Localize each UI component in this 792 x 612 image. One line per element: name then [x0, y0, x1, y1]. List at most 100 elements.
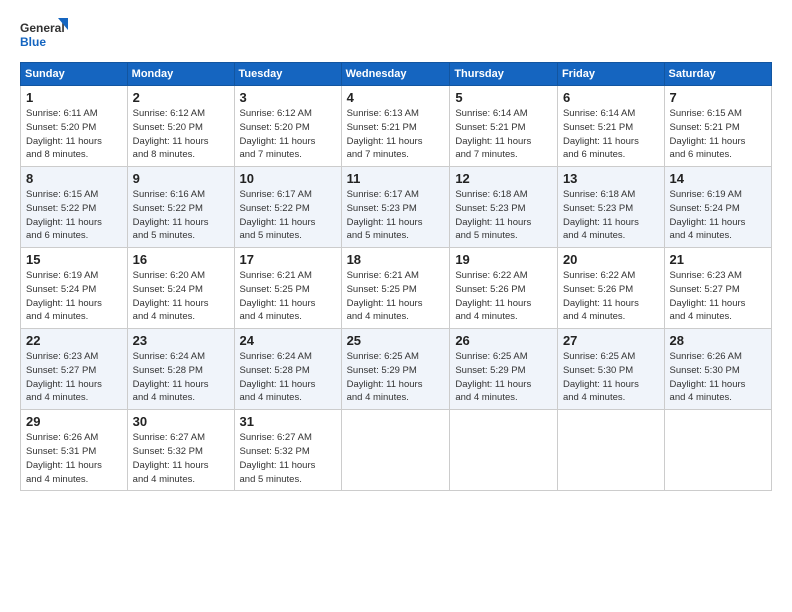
day-info: Sunrise: 6:14 AMSunset: 5:21 PMDaylight:…: [563, 107, 659, 162]
calendar-cell: 12 Sunrise: 6:18 AMSunset: 5:23 PMDaylig…: [450, 167, 558, 248]
day-number: 2: [133, 90, 229, 105]
day-number: 10: [240, 171, 336, 186]
day-number: 12: [455, 171, 552, 186]
day-info: Sunrise: 6:21 AMSunset: 5:25 PMDaylight:…: [347, 269, 445, 324]
day-number: 4: [347, 90, 445, 105]
svg-text:Blue: Blue: [20, 35, 46, 49]
calendar-week-4: 22 Sunrise: 6:23 AMSunset: 5:27 PMDaylig…: [21, 329, 772, 410]
svg-text:General: General: [20, 21, 65, 35]
calendar-cell: 2 Sunrise: 6:12 AMSunset: 5:20 PMDayligh…: [127, 86, 234, 167]
calendar-cell: 8 Sunrise: 6:15 AMSunset: 5:22 PMDayligh…: [21, 167, 128, 248]
day-info: Sunrise: 6:27 AMSunset: 5:32 PMDaylight:…: [240, 431, 336, 486]
day-number: 19: [455, 252, 552, 267]
day-info: Sunrise: 6:18 AMSunset: 5:23 PMDaylight:…: [563, 188, 659, 243]
calendar-cell: 25 Sunrise: 6:25 AMSunset: 5:29 PMDaylig…: [341, 329, 450, 410]
day-number: 29: [26, 414, 122, 429]
page: General Blue SundayMondayTuesdayWednesda…: [0, 0, 792, 612]
calendar-week-1: 1 Sunrise: 6:11 AMSunset: 5:20 PMDayligh…: [21, 86, 772, 167]
calendar-week-5: 29 Sunrise: 6:26 AMSunset: 5:31 PMDaylig…: [21, 410, 772, 491]
day-info: Sunrise: 6:25 AMSunset: 5:30 PMDaylight:…: [563, 350, 659, 405]
day-number: 22: [26, 333, 122, 348]
calendar-cell: 17 Sunrise: 6:21 AMSunset: 5:25 PMDaylig…: [234, 248, 341, 329]
day-number: 7: [670, 90, 766, 105]
day-number: 16: [133, 252, 229, 267]
calendar-header-tuesday: Tuesday: [234, 63, 341, 86]
day-number: 6: [563, 90, 659, 105]
day-number: 9: [133, 171, 229, 186]
day-info: Sunrise: 6:24 AMSunset: 5:28 PMDaylight:…: [133, 350, 229, 405]
day-info: Sunrise: 6:16 AMSunset: 5:22 PMDaylight:…: [133, 188, 229, 243]
day-number: 11: [347, 171, 445, 186]
day-info: Sunrise: 6:15 AMSunset: 5:21 PMDaylight:…: [670, 107, 766, 162]
day-number: 17: [240, 252, 336, 267]
day-info: Sunrise: 6:25 AMSunset: 5:29 PMDaylight:…: [455, 350, 552, 405]
day-info: Sunrise: 6:22 AMSunset: 5:26 PMDaylight:…: [563, 269, 659, 324]
day-number: 20: [563, 252, 659, 267]
day-number: 18: [347, 252, 445, 267]
calendar-cell: 31 Sunrise: 6:27 AMSunset: 5:32 PMDaylig…: [234, 410, 341, 491]
calendar-cell: 27 Sunrise: 6:25 AMSunset: 5:30 PMDaylig…: [557, 329, 664, 410]
calendar-cell: 5 Sunrise: 6:14 AMSunset: 5:21 PMDayligh…: [450, 86, 558, 167]
calendar-cell: 14 Sunrise: 6:19 AMSunset: 5:24 PMDaylig…: [664, 167, 771, 248]
logo: General Blue: [20, 16, 70, 54]
calendar-header-sunday: Sunday: [21, 63, 128, 86]
calendar-cell: 3 Sunrise: 6:12 AMSunset: 5:20 PMDayligh…: [234, 86, 341, 167]
day-info: Sunrise: 6:25 AMSunset: 5:29 PMDaylight:…: [347, 350, 445, 405]
calendar-header-wednesday: Wednesday: [341, 63, 450, 86]
day-info: Sunrise: 6:19 AMSunset: 5:24 PMDaylight:…: [26, 269, 122, 324]
calendar-week-2: 8 Sunrise: 6:15 AMSunset: 5:22 PMDayligh…: [21, 167, 772, 248]
calendar-header-saturday: Saturday: [664, 63, 771, 86]
logo-icon: General Blue: [20, 16, 70, 54]
day-info: Sunrise: 6:27 AMSunset: 5:32 PMDaylight:…: [133, 431, 229, 486]
calendar-cell: 13 Sunrise: 6:18 AMSunset: 5:23 PMDaylig…: [557, 167, 664, 248]
calendar-cell: 29 Sunrise: 6:26 AMSunset: 5:31 PMDaylig…: [21, 410, 128, 491]
day-info: Sunrise: 6:22 AMSunset: 5:26 PMDaylight:…: [455, 269, 552, 324]
day-number: 13: [563, 171, 659, 186]
day-info: Sunrise: 6:23 AMSunset: 5:27 PMDaylight:…: [26, 350, 122, 405]
day-info: Sunrise: 6:26 AMSunset: 5:31 PMDaylight:…: [26, 431, 122, 486]
calendar-cell: 22 Sunrise: 6:23 AMSunset: 5:27 PMDaylig…: [21, 329, 128, 410]
calendar-cell: 28 Sunrise: 6:26 AMSunset: 5:30 PMDaylig…: [664, 329, 771, 410]
day-info: Sunrise: 6:12 AMSunset: 5:20 PMDaylight:…: [133, 107, 229, 162]
calendar-header-monday: Monday: [127, 63, 234, 86]
calendar-header-thursday: Thursday: [450, 63, 558, 86]
day-number: 1: [26, 90, 122, 105]
day-info: Sunrise: 6:20 AMSunset: 5:24 PMDaylight:…: [133, 269, 229, 324]
day-number: 24: [240, 333, 336, 348]
calendar-cell: [557, 410, 664, 491]
day-number: 31: [240, 414, 336, 429]
calendar-cell: 11 Sunrise: 6:17 AMSunset: 5:23 PMDaylig…: [341, 167, 450, 248]
calendar-cell: 20 Sunrise: 6:22 AMSunset: 5:26 PMDaylig…: [557, 248, 664, 329]
calendar-table: SundayMondayTuesdayWednesdayThursdayFrid…: [20, 62, 772, 491]
calendar-header-friday: Friday: [557, 63, 664, 86]
calendar-cell: 18 Sunrise: 6:21 AMSunset: 5:25 PMDaylig…: [341, 248, 450, 329]
day-number: 8: [26, 171, 122, 186]
calendar-cell: 30 Sunrise: 6:27 AMSunset: 5:32 PMDaylig…: [127, 410, 234, 491]
calendar-cell: [664, 410, 771, 491]
day-info: Sunrise: 6:23 AMSunset: 5:27 PMDaylight:…: [670, 269, 766, 324]
day-info: Sunrise: 6:24 AMSunset: 5:28 PMDaylight:…: [240, 350, 336, 405]
header: General Blue: [20, 16, 772, 54]
day-number: 27: [563, 333, 659, 348]
day-number: 21: [670, 252, 766, 267]
day-info: Sunrise: 6:17 AMSunset: 5:22 PMDaylight:…: [240, 188, 336, 243]
calendar-cell: 15 Sunrise: 6:19 AMSunset: 5:24 PMDaylig…: [21, 248, 128, 329]
day-number: 14: [670, 171, 766, 186]
day-number: 15: [26, 252, 122, 267]
day-number: 5: [455, 90, 552, 105]
calendar-cell: 9 Sunrise: 6:16 AMSunset: 5:22 PMDayligh…: [127, 167, 234, 248]
calendar-cell: [450, 410, 558, 491]
calendar-cell: 10 Sunrise: 6:17 AMSunset: 5:22 PMDaylig…: [234, 167, 341, 248]
day-number: 23: [133, 333, 229, 348]
day-info: Sunrise: 6:14 AMSunset: 5:21 PMDaylight:…: [455, 107, 552, 162]
day-number: 25: [347, 333, 445, 348]
day-info: Sunrise: 6:17 AMSunset: 5:23 PMDaylight:…: [347, 188, 445, 243]
calendar-cell: 19 Sunrise: 6:22 AMSunset: 5:26 PMDaylig…: [450, 248, 558, 329]
day-number: 28: [670, 333, 766, 348]
day-info: Sunrise: 6:15 AMSunset: 5:22 PMDaylight:…: [26, 188, 122, 243]
day-number: 26: [455, 333, 552, 348]
day-info: Sunrise: 6:21 AMSunset: 5:25 PMDaylight:…: [240, 269, 336, 324]
calendar-cell: 1 Sunrise: 6:11 AMSunset: 5:20 PMDayligh…: [21, 86, 128, 167]
day-number: 3: [240, 90, 336, 105]
calendar-header-row: SundayMondayTuesdayWednesdayThursdayFrid…: [21, 63, 772, 86]
